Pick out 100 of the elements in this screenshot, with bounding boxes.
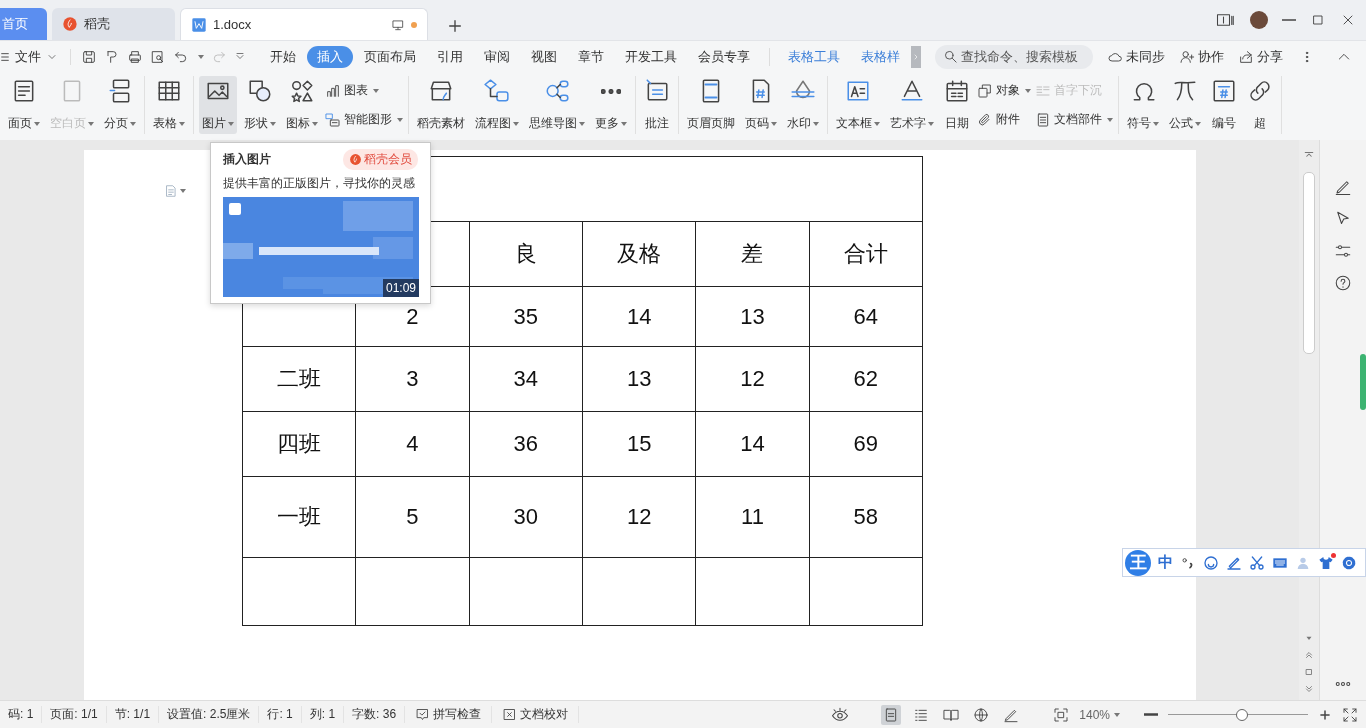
status-field: 列: 1 bbox=[301, 706, 345, 723]
ribbon-tab[interactable]: 表格工具 bbox=[778, 45, 850, 68]
ribbon-button[interactable]: 图片 bbox=[199, 76, 237, 134]
tooltip-title: 插入图片 bbox=[223, 151, 271, 168]
status-field: 字数: 36 bbox=[344, 706, 406, 723]
plus-icon bbox=[447, 18, 463, 34]
ribbon-button[interactable]: 编号 bbox=[1208, 76, 1240, 134]
table-cell: 12 bbox=[626, 504, 652, 529]
toolbar-action[interactable]: 未同步 bbox=[1107, 47, 1165, 66]
caret-icon bbox=[1114, 712, 1120, 717]
print-button[interactable] bbox=[127, 48, 143, 65]
avatar[interactable] bbox=[1250, 11, 1268, 29]
plus-icon bbox=[1318, 707, 1332, 722]
ribbon-button[interactable]: 稻壳素材 bbox=[414, 76, 468, 134]
zoom-level[interactable]: 140% bbox=[1079, 707, 1120, 722]
ribbon-tab[interactable]: 视图 bbox=[521, 45, 567, 68]
ribbon-tab[interactable]: 开发工具 bbox=[615, 45, 687, 68]
input-mode[interactable]: 中 bbox=[1158, 553, 1173, 572]
pen-tool[interactable] bbox=[1334, 178, 1352, 196]
ribbon-button[interactable]: 批注 bbox=[641, 76, 673, 134]
ribbon-button[interactable]: 符号 bbox=[1124, 76, 1162, 134]
ribbon-button[interactable]: 附件 bbox=[977, 111, 1031, 128]
ribbon-button[interactable]: 页码 bbox=[742, 76, 780, 134]
maximize-button[interactable] bbox=[1310, 12, 1326, 28]
table-cell: 11 bbox=[741, 504, 764, 529]
brush-icon bbox=[104, 48, 120, 65]
ribbon-button[interactable]: 文本框 bbox=[833, 76, 883, 134]
numbered-list-icon bbox=[1211, 78, 1237, 104]
sliders-icon bbox=[1334, 242, 1352, 260]
caret-icon bbox=[130, 121, 136, 126]
ribbon-tab[interactable]: 开始 bbox=[260, 45, 306, 68]
video-duration: 01:09 bbox=[382, 279, 419, 297]
new-tab-button[interactable] bbox=[447, 18, 463, 34]
ribbon-button[interactable]: 图标 bbox=[283, 76, 321, 134]
ribbon-tab[interactable]: 章节 bbox=[568, 45, 614, 68]
ribbon-button[interactable]: 表格 bbox=[150, 76, 188, 134]
ribbon-button[interactable]: 思维导图 bbox=[526, 76, 588, 134]
ribbon-button[interactable]: 艺术字 bbox=[887, 76, 937, 134]
ribbon-button[interactable]: 流程图 bbox=[472, 76, 522, 134]
table-cell: 30 bbox=[513, 504, 539, 529]
save-button[interactable] bbox=[81, 48, 97, 65]
format-painter-button[interactable] bbox=[104, 48, 120, 65]
ribbon-button[interactable]: 超 bbox=[1244, 76, 1276, 134]
paperclip-icon bbox=[977, 111, 993, 128]
scissors-icon bbox=[1249, 554, 1265, 571]
ribbon-tab[interactable]: 会员专享 bbox=[688, 45, 760, 68]
table-cell: 3 bbox=[406, 366, 419, 391]
zoom-in-button[interactable] bbox=[1318, 707, 1332, 722]
table-cell: 及格 bbox=[617, 241, 662, 266]
status-button[interactable]: 拼写检查 bbox=[405, 706, 493, 723]
ribbon-button[interactable]: 分页 bbox=[101, 76, 139, 134]
fit-page-icon bbox=[1053, 706, 1070, 723]
caret-icon bbox=[312, 121, 318, 126]
table-cell: 14 bbox=[740, 431, 765, 456]
ribbon-button[interactable]: 公式 bbox=[1166, 76, 1204, 134]
caret-icon bbox=[228, 121, 234, 126]
status-field: 页面: 1/1 bbox=[42, 706, 107, 723]
file-menu[interactable]: 文件 bbox=[0, 47, 66, 66]
table-cell: 合计 bbox=[843, 241, 888, 266]
caret-icon bbox=[513, 121, 519, 126]
ribbon-button[interactable]: 更多 bbox=[592, 76, 630, 134]
flame-icon bbox=[62, 16, 78, 32]
ribbon-button[interactable]: 页眉页脚 bbox=[684, 76, 738, 134]
ribbon-button[interactable]: 面页 bbox=[5, 76, 43, 134]
print-preview-button[interactable] bbox=[150, 48, 166, 65]
table-cell: 差 bbox=[741, 241, 764, 266]
ribbon-button[interactable]: 文档部件 bbox=[1035, 111, 1113, 128]
search-field[interactable]: 查找命令、搜索模板 bbox=[935, 44, 1093, 69]
document-tab[interactable]: 稻壳 bbox=[52, 8, 175, 40]
toolbar-action[interactable]: 分享 bbox=[1238, 47, 1283, 66]
ribbon-button[interactable]: 对象 bbox=[977, 82, 1031, 99]
status-button[interactable]: 文档校对 bbox=[492, 706, 580, 723]
ribbon-tab[interactable]: 页面布局 bbox=[354, 45, 426, 68]
ime-logo[interactable]: 王 bbox=[1125, 549, 1151, 576]
ribbon-button[interactable]: 形状 bbox=[241, 76, 279, 134]
slider-thumb[interactable] bbox=[1236, 708, 1249, 721]
view-mode-button[interactable] bbox=[881, 704, 902, 725]
more-icon bbox=[601, 88, 621, 94]
adjust-tool[interactable] bbox=[1334, 242, 1352, 260]
caret-icon bbox=[373, 88, 379, 93]
ribbon-button[interactable]: 图表 bbox=[325, 82, 403, 99]
document-tab[interactable]: 1.docx bbox=[180, 8, 428, 40]
ribbon-tab[interactable]: 审阅 bbox=[474, 45, 520, 68]
scrollbar-thumb[interactable] bbox=[1303, 172, 1315, 354]
ribbon-button[interactable]: 智能图形 bbox=[325, 111, 403, 128]
ribbon-tab[interactable]: 引用 bbox=[427, 45, 473, 68]
help-button[interactable] bbox=[1334, 274, 1352, 292]
search-icon bbox=[943, 49, 958, 64]
diagram-icon bbox=[325, 111, 341, 128]
ribbon-button[interactable]: 日期 bbox=[941, 76, 973, 134]
table-cell: 69 bbox=[853, 431, 879, 456]
table-cell: 34 bbox=[513, 366, 539, 391]
caret-icon bbox=[34, 121, 40, 126]
ribbon-button[interactable]: 水印 bbox=[784, 76, 822, 134]
table-cell: 四班 bbox=[277, 431, 322, 456]
ribbon-tab[interactable]: 表格样 bbox=[851, 45, 910, 68]
member-badge[interactable]: 稻壳会员 bbox=[343, 149, 418, 170]
caret-icon bbox=[88, 121, 94, 126]
side-indicator bbox=[1360, 354, 1366, 410]
toolbar-action[interactable]: 协作 bbox=[1179, 47, 1224, 66]
